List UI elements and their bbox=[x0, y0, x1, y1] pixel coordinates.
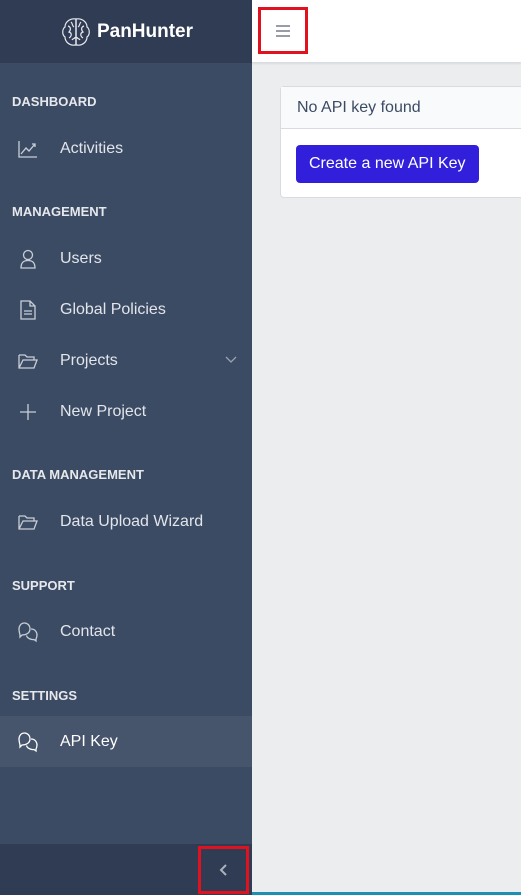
sidebar-item-label: Projects bbox=[60, 351, 118, 369]
sidebar-item-label: API Key bbox=[60, 732, 118, 750]
section-title-support: SUPPORT bbox=[12, 578, 75, 593]
sidebar-item-activities[interactable]: Activities bbox=[0, 123, 252, 174]
sidebar-item-label: Global Policies bbox=[60, 300, 166, 318]
sidebar-item-label: Data Upload Wizard bbox=[60, 512, 204, 530]
section-title-settings: SETTINGS bbox=[12, 688, 78, 703]
brain-icon bbox=[62, 17, 90, 46]
sidebar-item-label: Users bbox=[60, 249, 102, 267]
sidebar-item-new-project[interactable]: New Project bbox=[0, 386, 252, 437]
sidebar-item-label: New Project bbox=[60, 402, 147, 420]
section-title-data-management: DATA MANAGEMENT bbox=[12, 467, 144, 482]
hamburger-menu-icon bbox=[276, 24, 290, 37]
chat-bubbles-icon bbox=[17, 621, 39, 643]
sidebar-minimizer-button[interactable] bbox=[198, 846, 249, 894]
sidebar-item-users[interactable]: Users bbox=[0, 233, 252, 284]
sidebar-item-api-key[interactable]: API Key bbox=[0, 716, 252, 767]
sidebar-item-projects[interactable]: Projects bbox=[0, 335, 252, 386]
sidebar: PanHunter DASHBOARD Activities MANAGEMEN… bbox=[0, 0, 252, 895]
folder-open-icon bbox=[17, 350, 39, 372]
plus-icon bbox=[17, 401, 39, 423]
chevron-left-icon bbox=[219, 864, 227, 876]
document-icon bbox=[17, 299, 39, 321]
user-icon bbox=[17, 248, 39, 270]
sidebar-item-data-upload-wizard[interactable]: Data Upload Wizard bbox=[0, 496, 252, 547]
sidebar-toggle-button[interactable] bbox=[258, 7, 308, 54]
sidebar-item-label: Contact bbox=[60, 622, 116, 640]
chevron-down-icon[interactable] bbox=[224, 352, 238, 366]
create-api-key-button[interactable]: Create a new API Key bbox=[296, 145, 479, 183]
sidebar-item-contact[interactable]: Contact bbox=[0, 606, 252, 657]
api-key-card: No API key found Create a new API Key bbox=[280, 86, 521, 198]
sidebar-item-label: Activities bbox=[60, 139, 124, 157]
brand[interactable]: PanHunter bbox=[0, 0, 252, 63]
section-title-management: MANAGEMENT bbox=[12, 204, 107, 219]
chat-bubbles-icon bbox=[17, 731, 39, 753]
folder-open-icon bbox=[17, 511, 39, 533]
header bbox=[252, 0, 521, 63]
sidebar-item-global-policies[interactable]: Global Policies bbox=[0, 284, 252, 335]
section-title-dashboard: DASHBOARD bbox=[12, 94, 97, 109]
brand-name: PanHunter bbox=[96, 20, 194, 42]
chart-line-icon bbox=[17, 138, 39, 160]
card-header: No API key found bbox=[281, 87, 521, 129]
